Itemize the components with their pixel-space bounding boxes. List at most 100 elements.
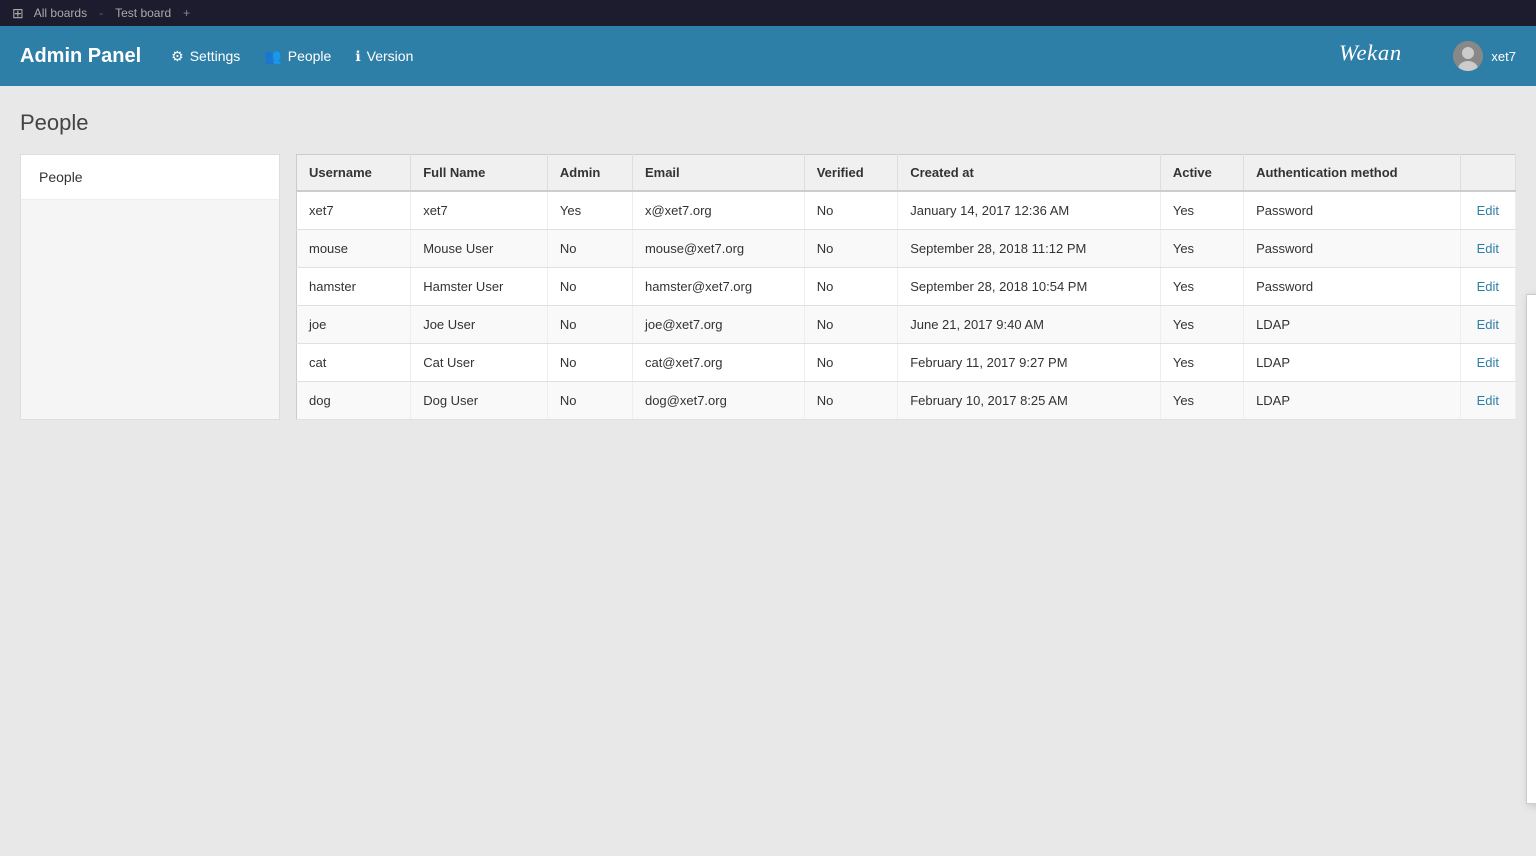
header: Admin Panel Settings People Version Weka… xyxy=(0,26,1536,86)
cell-0: xet7 xyxy=(297,191,411,230)
edit-button[interactable]: Edit xyxy=(1473,353,1503,372)
edit-panel: Full Name Username Email Admin No Yes xyxy=(1526,294,1536,804)
col-created: Created at xyxy=(898,155,1161,192)
col-username: Username xyxy=(297,155,411,192)
table-row: xet7xet7Yesx@xet7.orgNoJanuary 14, 2017 … xyxy=(297,191,1516,230)
cell-3: cat@xet7.org xyxy=(632,344,804,382)
cell-2: No xyxy=(547,382,632,420)
cell-3: hamster@xet7.org xyxy=(632,268,804,306)
cell-4: No xyxy=(804,230,898,268)
edit-cell: Edit xyxy=(1460,230,1515,268)
top-bar: All boards - Test board + xyxy=(0,0,1536,26)
cell-3: mouse@xet7.org xyxy=(632,230,804,268)
header-nav: Settings People Version xyxy=(171,48,413,65)
info-icon xyxy=(355,48,360,65)
cell-2: No xyxy=(547,344,632,382)
edit-button[interactable]: Edit xyxy=(1473,201,1503,220)
all-boards-link[interactable]: All boards xyxy=(34,6,87,20)
cell-6: Yes xyxy=(1160,382,1243,420)
sidebar-item-people[interactable]: People xyxy=(21,155,279,200)
edit-button[interactable]: Edit xyxy=(1473,239,1503,258)
cell-0: dog xyxy=(297,382,411,420)
edit-cell: Edit xyxy=(1460,268,1515,306)
cell-5: September 28, 2018 11:12 PM xyxy=(898,230,1161,268)
svg-text:Wekan: Wekan xyxy=(1339,40,1402,65)
cell-3: joe@xet7.org xyxy=(632,306,804,344)
admin-panel-title: Admin Panel xyxy=(20,45,141,68)
cell-0: cat xyxy=(297,344,411,382)
sidebar: People xyxy=(20,154,280,420)
nav-version-label: Version xyxy=(367,48,414,64)
main-content: People People Username Full Name Admin E… xyxy=(0,86,1536,444)
cell-6: Yes xyxy=(1160,191,1243,230)
edit-cell: Edit xyxy=(1460,306,1515,344)
cell-2: No xyxy=(547,268,632,306)
cell-1: Joe User xyxy=(411,306,548,344)
cell-1: Cat User xyxy=(411,344,548,382)
avatar xyxy=(1453,41,1483,71)
table-container: Username Full Name Admin Email Verified … xyxy=(296,154,1516,420)
grid-icon xyxy=(12,5,24,22)
nav-people[interactable]: People xyxy=(264,48,331,65)
table-row: joeJoe UserNojoe@xet7.orgNoJune 21, 2017… xyxy=(297,306,1516,344)
nav-people-label: People xyxy=(288,48,332,64)
cell-7: LDAP xyxy=(1244,382,1461,420)
edit-cell: Edit xyxy=(1460,191,1515,230)
nav-version[interactable]: Version xyxy=(355,48,413,65)
cell-2: Yes xyxy=(547,191,632,230)
cell-3: dog@xet7.org xyxy=(632,382,804,420)
cell-6: Yes xyxy=(1160,268,1243,306)
cell-1: Hamster User xyxy=(411,268,548,306)
cell-2: No xyxy=(547,306,632,344)
user-menu[interactable]: xet7 xyxy=(1453,41,1516,71)
col-fullname: Full Name xyxy=(411,155,548,192)
cell-7: Password xyxy=(1244,230,1461,268)
edit-cell: Edit xyxy=(1460,344,1515,382)
cell-5: February 11, 2017 9:27 PM xyxy=(898,344,1161,382)
col-active: Active xyxy=(1160,155,1243,192)
cell-3: x@xet7.org xyxy=(632,191,804,230)
cell-0: mouse xyxy=(297,230,411,268)
cell-5: February 10, 2017 8:25 AM xyxy=(898,382,1161,420)
separator: - xyxy=(99,6,103,20)
edit-button[interactable]: Edit xyxy=(1473,315,1503,334)
col-admin: Admin xyxy=(547,155,632,192)
page-title: People xyxy=(20,110,1516,136)
table-row: dogDog UserNodog@xet7.orgNoFebruary 10, … xyxy=(297,382,1516,420)
people-icon xyxy=(264,48,281,65)
col-verified: Verified xyxy=(804,155,898,192)
edit-button[interactable]: Edit xyxy=(1473,391,1503,410)
cell-1: xet7 xyxy=(411,191,548,230)
cell-6: Yes xyxy=(1160,344,1243,382)
col-auth: Authentication method xyxy=(1244,155,1461,192)
wekan-logo: Wekan xyxy=(1339,34,1419,78)
cell-7: LDAP xyxy=(1244,306,1461,344)
cell-4: No xyxy=(804,306,898,344)
cell-4: No xyxy=(804,268,898,306)
col-email: Email xyxy=(632,155,804,192)
cell-1: Mouse User xyxy=(411,230,548,268)
users-table: Username Full Name Admin Email Verified … xyxy=(296,154,1516,420)
cell-5: September 28, 2018 10:54 PM xyxy=(898,268,1161,306)
col-actions xyxy=(1460,155,1515,192)
table-row: mouseMouse UserNomouse@xet7.orgNoSeptemb… xyxy=(297,230,1516,268)
cell-7: LDAP xyxy=(1244,344,1461,382)
cell-7: Password xyxy=(1244,191,1461,230)
table-row: hamsterHamster UserNohamster@xet7.orgNoS… xyxy=(297,268,1516,306)
cell-0: joe xyxy=(297,306,411,344)
add-board-icon[interactable]: + xyxy=(183,6,190,20)
cell-6: Yes xyxy=(1160,306,1243,344)
board-name: Test board xyxy=(115,6,171,20)
edit-cell: Edit xyxy=(1460,382,1515,420)
content-area: People Username Full Name Admin Email Ve… xyxy=(20,154,1516,420)
cell-5: January 14, 2017 12:36 AM xyxy=(898,191,1161,230)
cell-4: No xyxy=(804,191,898,230)
cell-4: No xyxy=(804,382,898,420)
cell-0: hamster xyxy=(297,268,411,306)
gear-icon xyxy=(171,48,184,65)
cell-5: June 21, 2017 9:40 AM xyxy=(898,306,1161,344)
edit-button[interactable]: Edit xyxy=(1473,277,1503,296)
nav-settings-label: Settings xyxy=(190,48,241,64)
nav-settings[interactable]: Settings xyxy=(171,48,240,65)
username-display: xet7 xyxy=(1491,49,1516,64)
